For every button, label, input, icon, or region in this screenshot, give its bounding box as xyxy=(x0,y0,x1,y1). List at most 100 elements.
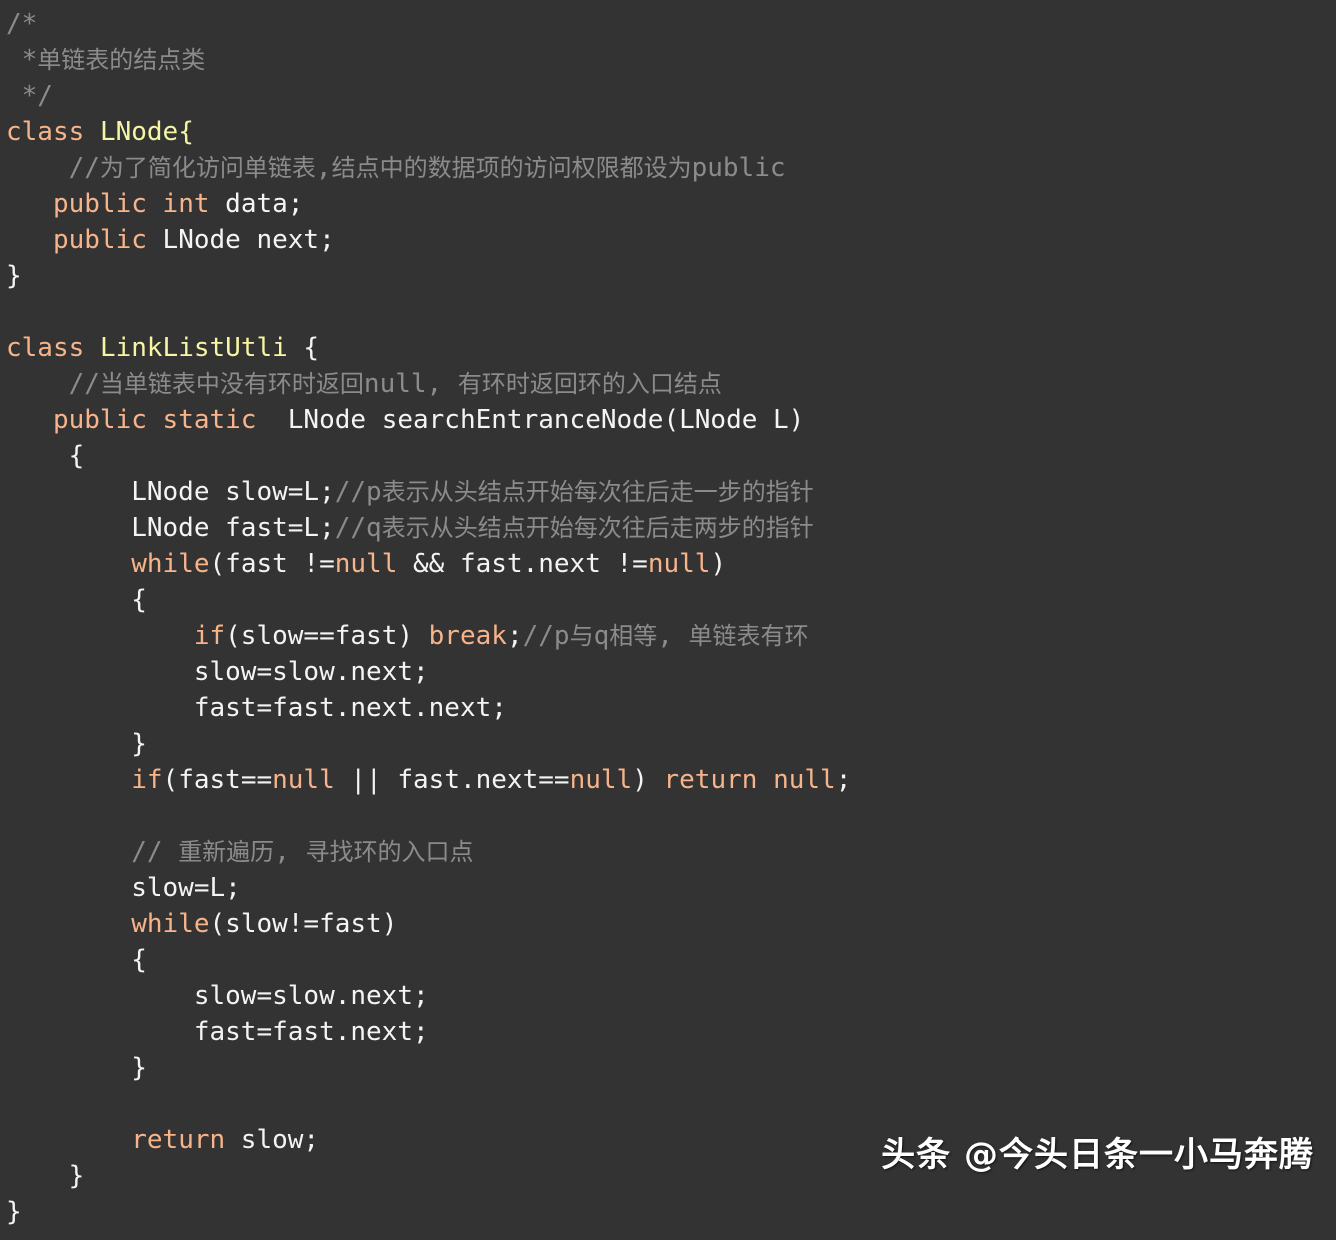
code-line[interactable]: LNode fast=L;//q表示从头结点开始每次往后走两步的指针 xyxy=(0,510,1336,546)
code-token: (fast != xyxy=(209,549,335,579)
code-token: slow; xyxy=(225,1125,320,1155)
code-token: , xyxy=(657,621,689,651)
code-line[interactable]: { xyxy=(0,942,1336,978)
code-token: // xyxy=(6,369,100,399)
code-token: return xyxy=(131,1125,226,1155)
code-token: } xyxy=(6,1161,85,1191)
code-token: { xyxy=(6,945,147,975)
code-token-cjk: 有环时返回环的入口结点 xyxy=(457,370,722,398)
code-token: // xyxy=(6,153,100,183)
code-token-cjk: 寻找环的入口点 xyxy=(305,838,474,866)
code-line[interactable]: class LNode{ xyxy=(0,114,1336,150)
code-token: while xyxy=(131,909,210,939)
code-line[interactable]: slow=L; xyxy=(0,870,1336,906)
code-token: */ xyxy=(6,81,53,111)
code-line[interactable]: // 重新遍历, 寻找环的入口点 xyxy=(0,834,1336,870)
code-line[interactable]: slow=slow.next; xyxy=(0,978,1336,1014)
code-token-cjk: 单链表有环 xyxy=(688,622,809,650)
code-surface: /* *单链表的结点类 */class LNode{ //为了简化访问单链表,结… xyxy=(0,0,1336,1240)
code-token: slow=slow.next; xyxy=(6,657,429,687)
code-token-cjk: 相等 xyxy=(609,622,658,650)
code-block[interactable]: /* *单链表的结点类 */class LNode{ //为了简化访问单链表,结… xyxy=(0,6,1336,1230)
code-line[interactable]: if(fast==null || fast.next==null) return… xyxy=(0,762,1336,798)
code-line[interactable]: public int data; xyxy=(0,186,1336,222)
code-token: /* xyxy=(6,9,38,39)
code-token: public xyxy=(691,153,786,183)
code-line[interactable]: } xyxy=(0,726,1336,762)
code-token: || fast.next== xyxy=(334,765,570,795)
code-line[interactable]: //当单链表中没有环时返回null, 有环时返回环的入口结点 xyxy=(0,366,1336,402)
code-token: , xyxy=(274,837,306,867)
code-token: //q xyxy=(334,513,382,543)
code-token: break xyxy=(428,621,507,651)
code-token: public int xyxy=(52,189,210,219)
code-token: } xyxy=(6,261,22,291)
code-token: { xyxy=(287,333,320,363)
code-line[interactable]: { xyxy=(0,438,1336,474)
code-line[interactable]: public LNode next; xyxy=(0,222,1336,258)
code-token-cjk: 为了简化访问单链表 xyxy=(99,154,316,182)
code-token: (fast== xyxy=(162,765,273,795)
code-token: ; xyxy=(835,765,852,795)
code-token: ; xyxy=(506,621,523,651)
code-token-cjk: 结点中的数据项的访问权限都设为 xyxy=(331,154,692,182)
code-token: LNode{ xyxy=(99,117,194,147)
code-line[interactable]: class LinkListUtli { xyxy=(0,330,1336,366)
code-token: null xyxy=(272,765,335,795)
code-token: { xyxy=(6,585,147,615)
code-line[interactable]: //为了简化访问单链表,结点中的数据项的访问权限都设为public xyxy=(0,150,1336,186)
code-token: return null xyxy=(663,765,836,795)
code-token: //p xyxy=(334,477,382,507)
code-token: LNode slow=L; xyxy=(6,477,335,507)
code-token: if xyxy=(131,765,163,795)
code-token-cjk: 单链表的结点类 xyxy=(37,46,206,74)
watermark-handle: @今头日条一小马奔腾 xyxy=(964,1135,1314,1175)
code-line[interactable]: slow=slow.next; xyxy=(0,654,1336,690)
code-line[interactable]: while(fast !=null && fast.next !=null) xyxy=(0,546,1336,582)
code-line[interactable]: } xyxy=(0,258,1336,294)
code-line[interactable]: fast=fast.next; xyxy=(0,1014,1336,1050)
code-token: } xyxy=(6,1197,22,1227)
code-token-cjk: 与 xyxy=(569,622,594,650)
code-token: LNode searchEntranceNode(LNode L) xyxy=(256,405,805,435)
code-token: //p xyxy=(522,621,570,651)
code-line[interactable]: *单链表的结点类 xyxy=(0,42,1336,78)
code-token: slow=L; xyxy=(6,873,241,903)
code-token: ) xyxy=(710,549,727,579)
code-line[interactable]: if(slow==fast) break;//p与q相等, 单链表有环 xyxy=(0,618,1336,654)
code-line[interactable]: */ xyxy=(0,78,1336,114)
code-token: LNode fast=L; xyxy=(6,513,335,543)
code-token: class xyxy=(6,117,85,147)
code-line[interactable]: } xyxy=(0,1050,1336,1086)
code-line[interactable]: /* xyxy=(0,6,1336,42)
code-line[interactable]: while(slow!=fast) xyxy=(0,906,1336,942)
code-token: // xyxy=(6,837,179,867)
code-token: class xyxy=(6,333,85,363)
code-token: } xyxy=(6,729,147,759)
code-token-cjk: 表示从头结点开始每次往后走两步的指针 xyxy=(381,514,814,542)
code-token: { xyxy=(6,441,85,471)
watermark-space xyxy=(951,1135,964,1175)
code-token: public static xyxy=(52,405,257,435)
code-token: if xyxy=(193,621,226,651)
code-token: null xyxy=(334,549,398,579)
code-token: (slow!=fast) xyxy=(209,909,398,939)
code-line[interactable]: LNode slow=L;//p表示从头结点开始每次往后走一步的指针 xyxy=(0,474,1336,510)
code-token: slow=slow.next; xyxy=(6,981,429,1011)
code-token: data; xyxy=(209,189,304,219)
code-line[interactable] xyxy=(0,798,1336,834)
code-token: } xyxy=(6,1053,147,1083)
code-line[interactable] xyxy=(0,294,1336,330)
code-line[interactable]: fast=fast.next.next; xyxy=(0,690,1336,726)
code-line[interactable]: { xyxy=(0,582,1336,618)
code-line[interactable]: public static LNode searchEntranceNode(L… xyxy=(0,402,1336,438)
code-token: LNode next; xyxy=(146,225,335,255)
code-token: (slow==fast) xyxy=(225,621,429,651)
